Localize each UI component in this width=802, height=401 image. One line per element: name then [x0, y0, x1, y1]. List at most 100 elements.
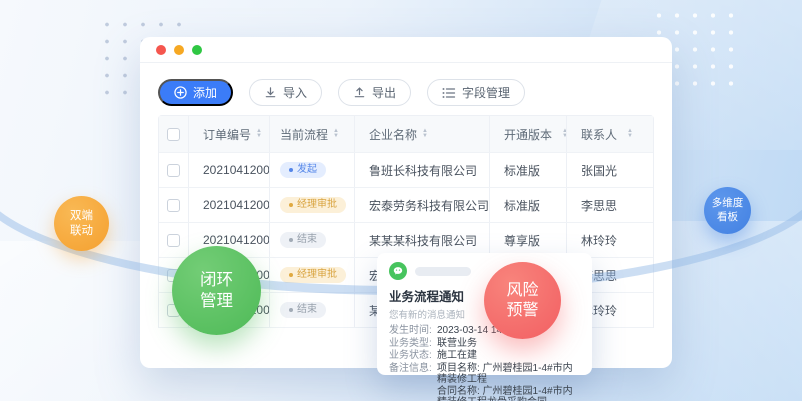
feature-badge-dual-linkage: 双端 联动 — [54, 196, 109, 251]
status-cell: 发起 — [270, 153, 355, 187]
header-order-no-label: 订单编号 — [203, 126, 251, 143]
add-button[interactable]: 添加 — [158, 79, 233, 106]
status-dot-icon — [289, 308, 293, 312]
feature-badge-multidim-dashboard: 多维度 看板 — [704, 187, 751, 234]
table-header-row: 订单编号▲▼ 当前流程▲▼ 企业名称▲▼ 开通版本▲▼ 联系人▲▼ — [159, 116, 653, 153]
field-management-button-label: 字段管理 — [462, 84, 510, 101]
row-checkbox[interactable] — [167, 199, 180, 212]
sort-icon[interactable]: ▲▼ — [333, 129, 339, 139]
field-label: 发生时间: — [389, 325, 437, 337]
status-badge: 结束 — [280, 232, 326, 248]
status-cell: 经理审批 — [270, 188, 355, 222]
header-company-label: 企业名称 — [369, 126, 417, 143]
row-checkbox[interactable] — [167, 234, 180, 247]
export-button-label: 导出 — [372, 84, 396, 101]
add-button-label: 添加 — [193, 84, 217, 101]
order-no-cell: 20210412002 — [189, 188, 270, 222]
row-select-cell — [159, 293, 189, 327]
status-cell: 经理审批 — [270, 258, 355, 292]
field-value: 2023-03-14 14:20 — [437, 325, 516, 337]
company-cell: 鲁班长科技有限公司 — [355, 153, 490, 187]
toolbar: 添加 导入 导出 字段管理 — [158, 79, 525, 106]
sort-icon[interactable]: ▲▼ — [627, 129, 633, 139]
company-cell: 宏泰劳务科技有限公司 — [355, 188, 490, 222]
version-cell: 标准版 — [490, 153, 567, 187]
status-badge: 经理审批 — [280, 267, 346, 283]
header-select-all-cell — [159, 116, 189, 152]
header-status: 当前流程▲▼ — [270, 116, 355, 152]
list-icon — [442, 87, 456, 99]
status-label: 结束 — [297, 235, 317, 245]
status-badge: 发起 — [280, 162, 326, 178]
contact-cell: 林玲玲 — [567, 223, 653, 257]
traffic-light-yellow-icon[interactable] — [174, 45, 184, 55]
contact-cell: 李思思 — [567, 188, 653, 222]
download-icon — [264, 86, 277, 99]
field-label: 业务类型: — [389, 338, 437, 350]
badge-text: 联动 — [70, 224, 93, 238]
order-no-cell: 20210412004 — [189, 258, 270, 292]
status-label: 结束 — [297, 305, 317, 315]
field-management-button[interactable]: 字段管理 — [427, 79, 525, 106]
version-cell: 标准版 — [490, 188, 567, 222]
page-background: 添加 导入 导出 字段管理 — [0, 0, 802, 401]
status-badge: 结束 — [280, 302, 326, 318]
notification-source-placeholder — [415, 267, 471, 276]
row-select-cell — [159, 223, 189, 257]
field-value: 施工在建 — [437, 350, 477, 362]
wechat-icon — [389, 262, 407, 280]
plus-circle-icon — [174, 86, 187, 99]
import-button[interactable]: 导入 — [249, 79, 322, 106]
row-select-cell — [159, 258, 189, 292]
header-version: 开通版本▲▼ — [490, 116, 567, 152]
status-cell: 结束 — [270, 223, 355, 257]
status-badge: 经理审批 — [280, 197, 346, 213]
remark-line: 项目名称: 广州碧桂园1-4#市内精装修工程 — [437, 363, 580, 386]
header-order-no: 订单编号 ▲▼ — [189, 116, 270, 152]
notification-header — [389, 262, 580, 280]
status-cell: 结束 — [270, 293, 355, 327]
notification-subtitle: 您有新的消息通知 — [389, 307, 580, 321]
status-dot-icon — [289, 238, 293, 242]
header-company: 企业名称 ▲▼ — [355, 116, 490, 152]
order-no-cell: 20210412003 — [189, 223, 270, 257]
badge-text: 看板 — [717, 211, 738, 224]
row-checkbox[interactable] — [167, 164, 180, 177]
header-version-label: 开通版本 — [504, 126, 552, 143]
order-no-cell: 20210412001 — [189, 153, 270, 187]
sort-icon[interactable]: ▲▼ — [422, 129, 428, 139]
notification-fields: 发生时间:2023-03-14 14:20 业务类型:联营业务 业务状态:施工在… — [389, 325, 580, 401]
header-contact-label: 联系人 — [581, 126, 617, 143]
status-label: 发起 — [297, 165, 317, 175]
field-value: 联营业务 — [437, 338, 477, 350]
field-label: 备注信息: — [389, 363, 437, 401]
notification-title: 业务流程通知 — [389, 286, 580, 305]
window-titlebar — [140, 37, 672, 63]
traffic-light-red-icon[interactable] — [156, 45, 166, 55]
status-label: 经理审批 — [297, 200, 337, 210]
remark-value-block: 项目名称: 广州碧桂园1-4#市内精装修工程 合同名称: 广州碧桂园1-4#市内… — [437, 363, 580, 401]
field-label: 业务状态: — [389, 350, 437, 362]
traffic-light-green-icon[interactable] — [192, 45, 202, 55]
table-row: 20210412002 经理审批 宏泰劳务科技有限公司 标准版 李思思 — [159, 188, 653, 223]
row-select-cell — [159, 188, 189, 222]
upload-icon — [353, 86, 366, 99]
status-dot-icon — [289, 168, 293, 172]
contact-cell: 张国光 — [567, 153, 653, 187]
row-checkbox[interactable] — [167, 304, 180, 317]
table-row: 20210412001 发起 鲁班长科技有限公司 标准版 张国光 — [159, 153, 653, 188]
header-contact: 联系人 ▲▼ — [567, 116, 653, 152]
row-select-cell — [159, 153, 189, 187]
company-cell: 某某某科技有限公司 — [355, 223, 490, 257]
notification-card: 业务流程通知 您有新的消息通知 发生时间:2023-03-14 14:20 业务… — [377, 253, 592, 375]
remark-line: 合同名称: 广州碧桂园1-4#市内精装修工程龙骨采购合同 — [437, 386, 580, 401]
badge-text: 多维度 — [712, 197, 744, 210]
order-no-cell: 20210412005 — [189, 293, 270, 327]
row-checkbox[interactable] — [167, 269, 180, 282]
status-label: 经理审批 — [297, 270, 337, 280]
badge-text: 双端 — [70, 209, 93, 223]
sort-icon[interactable]: ▲▼ — [256, 129, 262, 139]
export-button[interactable]: 导出 — [338, 79, 411, 106]
status-dot-icon — [289, 203, 293, 207]
select-all-checkbox[interactable] — [167, 128, 180, 141]
